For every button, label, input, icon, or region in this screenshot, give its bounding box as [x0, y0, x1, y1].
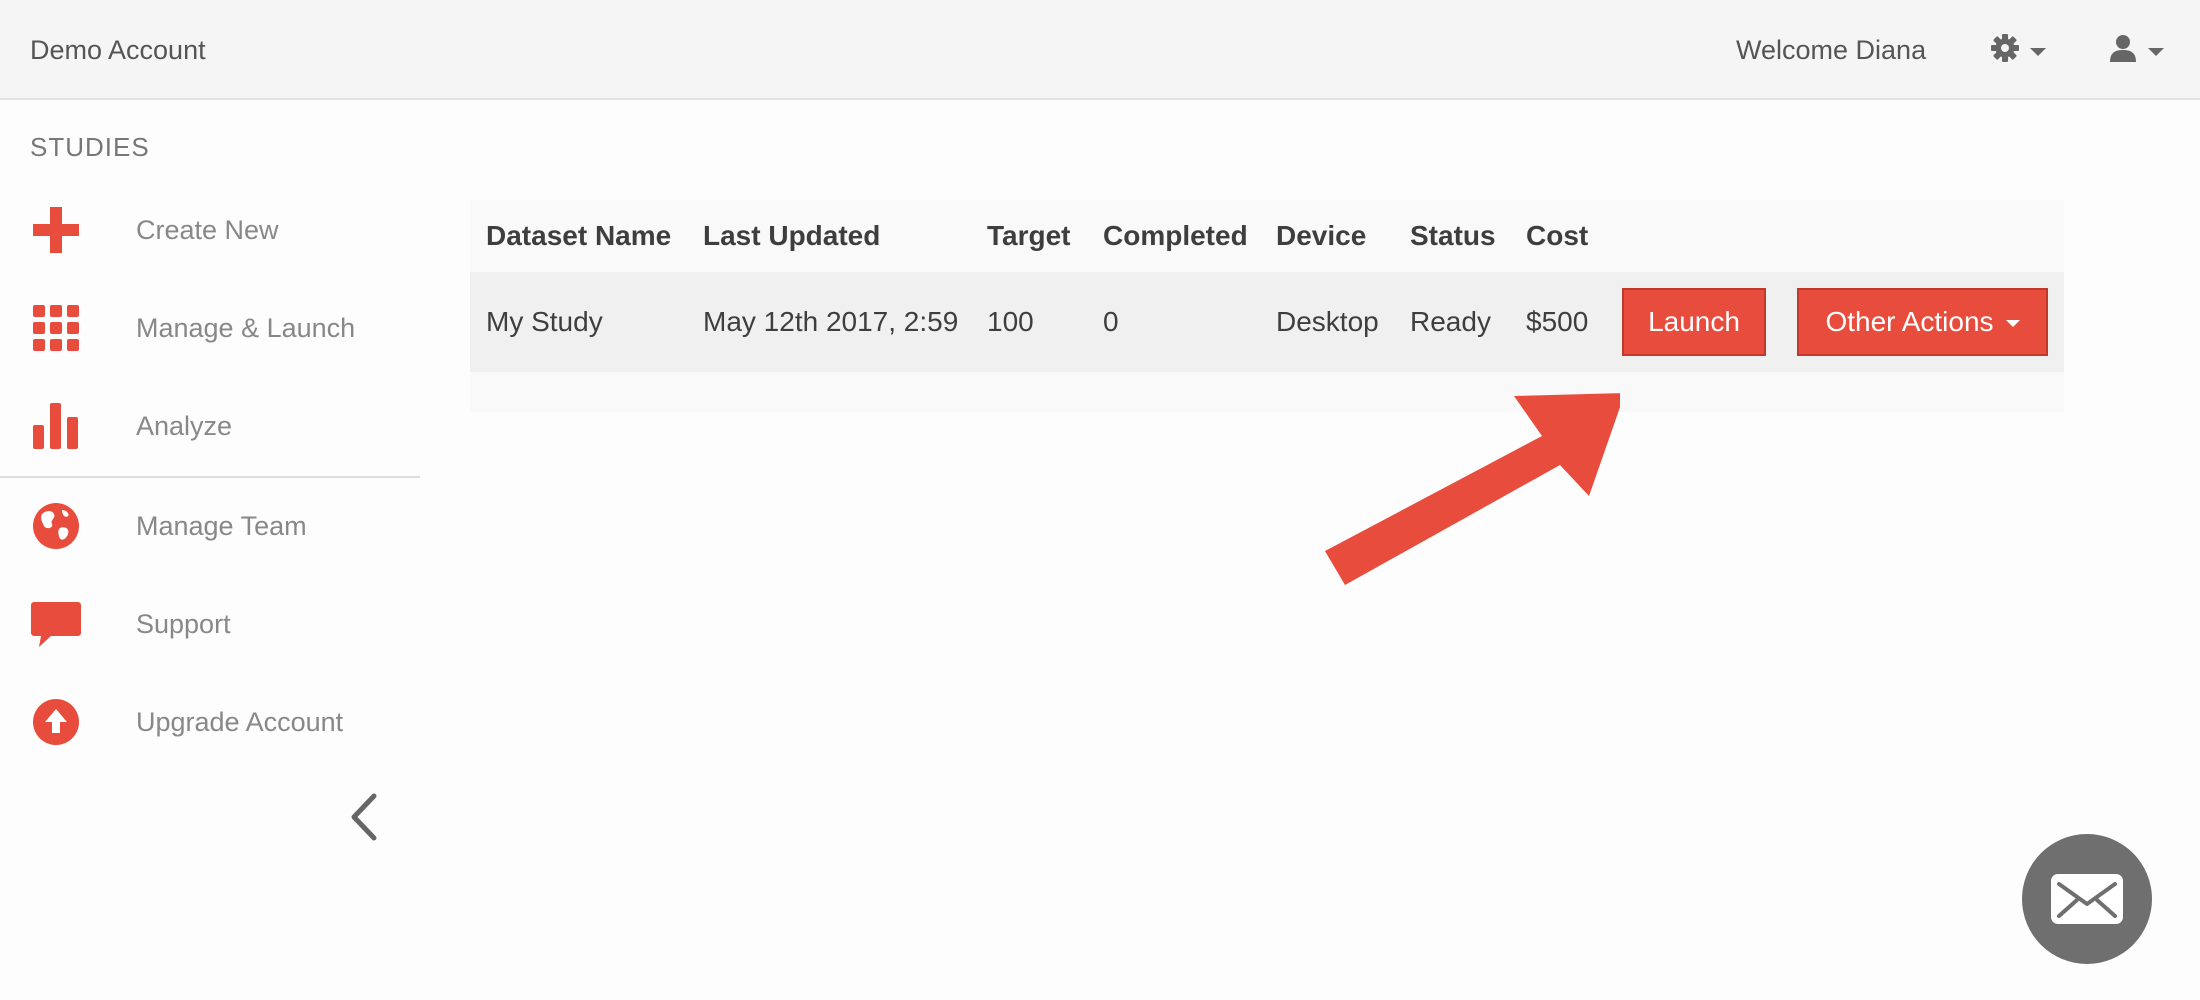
gear-icon	[1990, 33, 2020, 68]
sidebar-item-upgrade-account[interactable]: Upgrade Account	[30, 692, 420, 752]
sidebar-item-label: Create New	[136, 214, 279, 245]
sidebar-divider	[0, 476, 420, 478]
column-header: Dataset Name	[486, 220, 672, 251]
column-header: Status	[1410, 220, 1496, 251]
bar-chart-icon	[30, 400, 82, 452]
plus-icon	[30, 204, 82, 256]
top-navbar: Demo Account Welcome Diana	[0, 0, 2200, 100]
sidebar-item-analyze[interactable]: Analyze	[30, 396, 420, 456]
sidebar-item-manage-team[interactable]: Manage Team	[30, 496, 420, 556]
column-header: Target	[987, 220, 1071, 251]
sidebar-item-label: Manage & Launch	[136, 312, 356, 343]
sidebar-item-label: Support	[136, 608, 231, 639]
globe-icon	[30, 500, 82, 552]
user-icon	[2108, 33, 2138, 68]
message-button[interactable]	[2022, 834, 2152, 964]
column-header: Last Updated	[703, 220, 881, 251]
sidebar-item-create-new[interactable]: Create New	[30, 200, 420, 260]
speech-bubble-icon	[30, 598, 82, 650]
other-actions-label: Other Actions	[1825, 306, 1994, 337]
account-name[interactable]: Demo Account	[30, 31, 206, 69]
dataset-name-cell: My Study	[486, 306, 603, 337]
status-cell: Ready	[1410, 306, 1491, 337]
sidebar-collapse-button[interactable]	[344, 792, 384, 842]
sidebar-item-label: Upgrade Account	[136, 706, 344, 737]
chevron-down-icon	[2030, 48, 2046, 56]
welcome-text: Welcome Diana	[1736, 35, 1927, 65]
annotation-arrow-icon	[1325, 393, 1620, 585]
device-cell: Desktop	[1276, 306, 1379, 337]
envelope-icon	[2051, 874, 2123, 924]
sidebar-item-support[interactable]: Support	[30, 594, 420, 654]
column-header: Completed	[1103, 220, 1248, 251]
sidebar-section-title: STUDIES	[30, 132, 150, 162]
last-updated-cell: May 12th 2017, 2:59	[703, 306, 959, 337]
chevron-down-icon	[2005, 320, 2020, 327]
chevron-down-icon	[2148, 48, 2164, 56]
cost-cell: $500	[1526, 306, 1589, 337]
sidebar-item-manage-launch[interactable]: Manage & Launch	[30, 298, 420, 358]
other-actions-button[interactable]: Other Actions	[1797, 288, 2048, 356]
chevron-left-icon	[351, 793, 377, 841]
sidebar-item-label: Manage Team	[136, 510, 307, 541]
target-cell: 100	[987, 306, 1034, 337]
column-header: Cost	[1526, 220, 1589, 251]
sidebar-item-label: Analyze	[136, 410, 233, 441]
user-dropdown[interactable]	[2108, 28, 2164, 72]
launch-button[interactable]: Launch	[1622, 288, 1766, 356]
grid-icon	[30, 302, 82, 354]
completed-cell: 0	[1103, 306, 1119, 337]
column-header: Device	[1276, 220, 1367, 251]
upload-circle-icon	[30, 696, 82, 748]
settings-dropdown[interactable]	[1990, 28, 2046, 72]
launch-button-label: Launch	[1648, 306, 1740, 337]
